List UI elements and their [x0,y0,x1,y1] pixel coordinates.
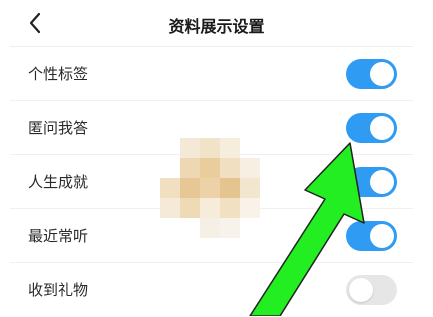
toggle-knob [349,278,373,302]
setting-label: 人生成就 [28,173,89,191]
toggle-switch[interactable] [346,113,397,143]
toggle-knob [370,116,394,140]
toggle-switch[interactable] [346,275,397,305]
pixelated-watermark [160,138,260,242]
page-title: 资料展示设置 [168,17,265,36]
setting-label: 匿问我答 [28,119,89,137]
toggle-knob [370,62,394,86]
toggle-switch[interactable] [346,167,397,197]
toggle-switch[interactable] [346,221,397,251]
setting-label: 个性标签 [28,65,89,83]
toggle-knob [370,170,394,194]
toggle-switch[interactable] [346,59,397,89]
setting-label: 最近常听 [28,227,89,245]
toggle-knob [370,224,394,248]
setting-label: 收到礼物 [28,281,89,299]
setting-row-gifts: 收到礼物 [0,263,433,317]
setting-row-tags: 个性标签 [0,47,433,101]
header-bar: 资料展示设置 [0,0,433,46]
